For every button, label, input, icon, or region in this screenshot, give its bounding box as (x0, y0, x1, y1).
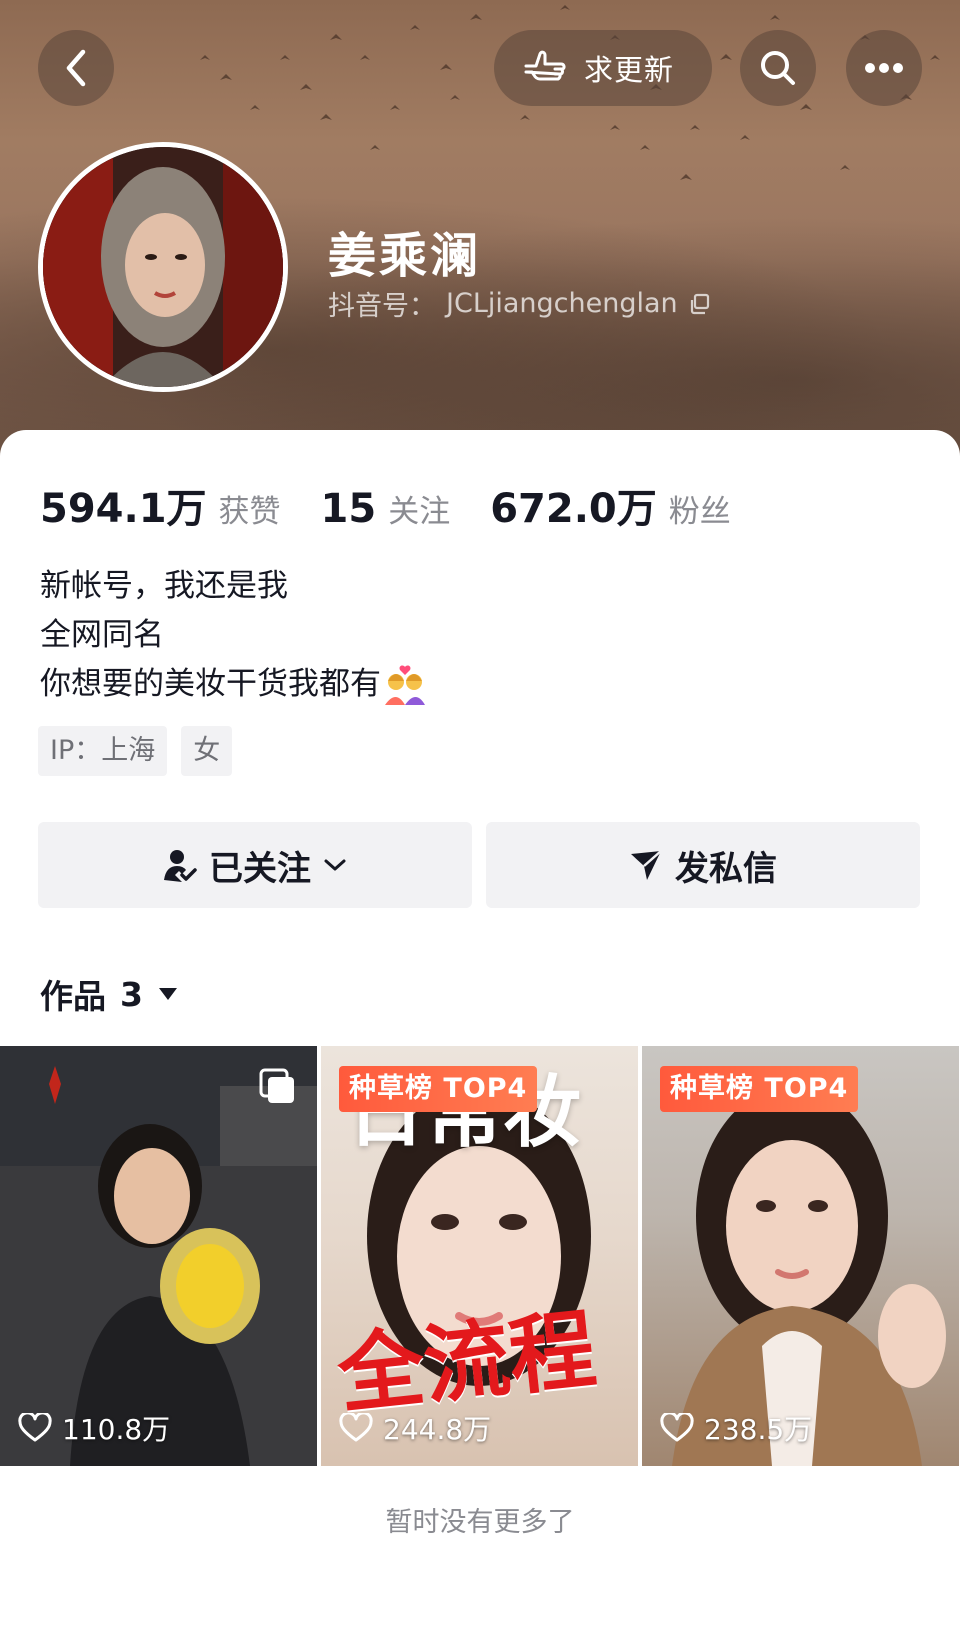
request-update-label: 求更新 (584, 53, 675, 87)
stat-likes-value: 594.1万 (40, 486, 207, 532)
works-count: 3 (120, 974, 143, 1014)
send-message-button[interactable]: 发私信 (486, 822, 920, 908)
search-button[interactable] (740, 30, 816, 106)
stats-row: 594.1万 获赞 15 关注 672.0万 粉丝 (40, 476, 771, 534)
back-button[interactable] (38, 30, 114, 106)
copy-icon[interactable] (688, 292, 712, 316)
search-icon (761, 51, 795, 85)
heart-outline-icon (339, 1413, 373, 1442)
more-button[interactable] (846, 30, 922, 106)
following-label: 已关注 (209, 848, 311, 889)
profile-name: 姜乘澜 (328, 228, 482, 284)
video-tile[interactable]: 110.8万 (0, 1046, 317, 1466)
video-thumbnail (0, 1046, 317, 1466)
chevron-down-icon (324, 859, 346, 871)
user-check-icon (164, 850, 197, 882)
stat-following[interactable]: 15 关注 (321, 486, 451, 532)
profile-banner: 求更新 姜乘澜 抖音号： JCLjiangchenglan (0, 0, 960, 470)
stat-followers[interactable]: 672.0万 粉丝 (490, 476, 731, 534)
stat-followers-value: 672.0万 (490, 486, 657, 532)
action-buttons: 已关注 发私信 (38, 822, 920, 908)
chevron-left-icon (66, 49, 86, 87)
stat-likes[interactable]: 594.1万 获赞 (40, 476, 281, 534)
works-tab[interactable]: 作品 3 (40, 970, 179, 1018)
like-count: 238.5万 (704, 1413, 813, 1446)
bio-line: 新帐号，我还是我 (40, 568, 288, 604)
more-dots-icon (865, 63, 903, 73)
like-count-row: 238.5万 (660, 1408, 812, 1448)
following-button[interactable]: 已关注 (38, 822, 472, 908)
rank-badge: 种草榜 TOP4 (660, 1066, 859, 1112)
bio-line-text: 你想要的美妆干货我都有 (40, 666, 381, 702)
douyin-id-label: 抖音号： (328, 291, 436, 322)
stat-followers-label: 粉丝 (668, 494, 731, 530)
douyin-id-value: JCLjiangchenglan (446, 288, 678, 319)
works-grid: 110.8万 日常妆 全流程 种草榜 TOP4 244.8万 种草榜 TOP4 … (0, 1046, 960, 1466)
request-update-button[interactable]: 求更新 (494, 30, 712, 106)
works-title: 作品 (40, 977, 106, 1016)
heart-outline-icon (660, 1413, 694, 1442)
ip-tag: IP：上海 (38, 726, 168, 776)
gender-tag: 女 (181, 726, 233, 776)
bio-line-with-emoji: 你想要的美妆干货我都有 (40, 660, 427, 709)
couple-kiss-emoji-icon (385, 665, 425, 705)
like-count-row: 110.8万 (18, 1408, 170, 1448)
like-count: 110.8万 (62, 1413, 171, 1446)
like-count-row: 244.8万 (339, 1408, 491, 1448)
pointing-hand-icon (524, 50, 566, 81)
avatar-portrait (43, 147, 283, 387)
stat-likes-label: 获赞 (218, 494, 281, 530)
stat-following-label: 关注 (388, 494, 451, 530)
rank-badge: 种草榜 TOP4 (339, 1066, 538, 1112)
avatar[interactable] (38, 142, 288, 392)
profile-tags: IP：上海 女 (38, 726, 233, 776)
like-count: 244.8万 (383, 1413, 492, 1446)
stat-following-value: 15 (320, 486, 377, 532)
triangle-down-icon (158, 988, 177, 1000)
bio: 新帐号，我还是我 全网同名 你想要的美妆干货我都有 (40, 562, 427, 709)
multi-image-icon (259, 1068, 294, 1103)
bio-line: 全网同名 (40, 617, 164, 653)
end-of-list-text: 暂时没有更多了 (385, 1507, 575, 1538)
video-tile[interactable]: 日常妆 全流程 种草榜 TOP4 244.8万 (321, 1046, 638, 1466)
send-message-label: 发私信 (675, 848, 777, 889)
heart-outline-icon (18, 1413, 52, 1442)
video-tile[interactable]: 种草榜 TOP4 238.5万 (642, 1046, 959, 1466)
send-icon (631, 850, 662, 880)
douyin-id-row[interactable]: 抖音号： JCLjiangchenglan (328, 284, 712, 323)
